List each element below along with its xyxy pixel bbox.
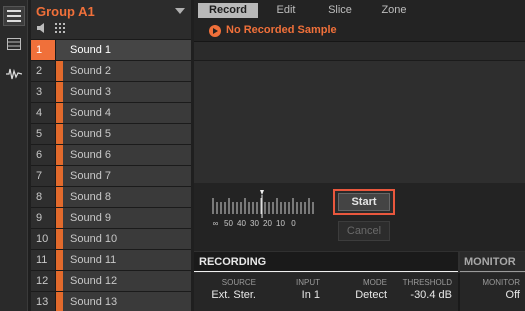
sound-list: 1 Sound 1 2 Sound 2 3 Sound 3 4 Sound 4 5 Sound 5… <box>31 40 191 311</box>
sound-slot-name: Sound 5 <box>63 124 191 144</box>
sound-slot-name: Sound 12 <box>63 271 191 291</box>
sound-slot-name: Sound 2 <box>63 61 191 81</box>
sound-slot-name: Sound 10 <box>63 229 191 249</box>
waveform-ruler <box>194 42 525 61</box>
speaker-icon[interactable] <box>37 23 49 33</box>
meter-scale-label: 0 <box>291 219 296 228</box>
sound-color-bar <box>56 124 63 144</box>
sound-slot-number: 6 <box>31 145 56 165</box>
sound-slot-number: 13 <box>31 292 56 311</box>
tab-edit[interactable]: Edit <box>264 3 308 18</box>
sound-color-bar <box>56 292 63 311</box>
input-level-meter <box>212 190 314 218</box>
sample-editor: Record Edit Slice Zone No Recorded Sampl… <box>194 0 525 311</box>
sound-slot-name: Sound 7 <box>63 166 191 186</box>
meter-scale-label: ∞ <box>212 219 219 228</box>
sound-slot[interactable]: 4 Sound 4 <box>31 103 191 124</box>
tab-slice[interactable]: Slice <box>318 3 362 18</box>
sound-slot[interactable]: 1 Sound 1 <box>31 40 191 61</box>
sound-color-bar <box>56 82 63 102</box>
group-title[interactable]: Group A1 <box>36 4 95 19</box>
param-input[interactable]: INPUT In 1 <box>264 278 320 301</box>
sound-slot-name: Sound 6 <box>63 145 191 165</box>
sound-slot-name: Sound 3 <box>63 82 191 102</box>
sound-slot-number: 11 <box>31 250 56 270</box>
play-icon[interactable] <box>209 25 221 37</box>
sound-color-bar <box>56 166 63 186</box>
sound-slot[interactable]: 13 Sound 13 <box>31 292 191 311</box>
sound-slot-number: 3 <box>31 82 56 102</box>
pads-view-icon[interactable] <box>3 34 25 54</box>
sound-slot[interactable]: 3 Sound 3 <box>31 82 191 103</box>
sound-slot-name: Sound 8 <box>63 187 191 207</box>
sound-slot[interactable]: 10 Sound 10 <box>31 229 191 250</box>
sound-color-bar <box>56 271 63 291</box>
sound-slot-name: Sound 1 <box>63 40 191 60</box>
sound-slot-number: 4 <box>31 103 56 123</box>
start-button[interactable]: Start <box>338 193 390 211</box>
sound-list-panel: Group A1 1 Sound 1 2 Sound 2 3 Sound 3 4 Sound … <box>31 0 191 311</box>
sound-slot-number: 10 <box>31 229 56 249</box>
sound-slot-number: 12 <box>31 271 56 291</box>
sound-slot[interactable]: 11 Sound 11 <box>31 250 191 271</box>
sound-slot[interactable]: 2 Sound 2 <box>31 61 191 82</box>
group-header: Group A1 <box>31 0 191 40</box>
sound-color-bar <box>56 103 63 123</box>
sound-slot[interactable]: 8 Sound 8 <box>31 187 191 208</box>
group-dropdown-arrow-icon[interactable] <box>175 8 185 14</box>
sound-slot-name: Sound 9 <box>63 208 191 228</box>
meter-scale-label: 40 <box>237 219 246 228</box>
sound-slot[interactable]: 6 Sound 6 <box>31 145 191 166</box>
recording-parameters: SOURCE Ext. Ster. INPUT In 1 MODE Detect… <box>194 273 525 311</box>
sample-status: No Recorded Sample <box>226 24 337 36</box>
sound-slot-number: 2 <box>31 61 56 81</box>
sound-slot[interactable]: 9 Sound 9 <box>31 208 191 229</box>
tab-record[interactable]: Record <box>198 3 258 18</box>
sample-info-bar: No Recorded Sample <box>194 20 525 42</box>
sound-color-bar <box>56 208 63 228</box>
sound-color-bar <box>56 229 63 249</box>
sound-slot-number: 8 <box>31 187 56 207</box>
sound-color-bar <box>56 61 63 81</box>
param-threshold[interactable]: THRESHOLD -30.4 dB <box>390 278 452 301</box>
monitor-section-header: MONITOR <box>460 252 525 272</box>
meter-scale-label: 10 <box>276 219 285 228</box>
meter-scale-labels: ∞ 50 40 30 20 10 0 <box>210 219 301 228</box>
tab-zone[interactable]: Zone <box>372 3 416 18</box>
editor-tabs: Record Edit Slice Zone <box>194 0 525 20</box>
sound-color-bar <box>56 187 63 207</box>
sound-slot[interactable]: 12 Sound 12 <box>31 271 191 292</box>
start-button-highlight: Start <box>333 189 395 215</box>
record-controls: ∞ 50 40 30 20 10 0 Start Cancel <box>194 183 525 251</box>
param-source[interactable]: SOURCE Ext. Ster. <box>194 278 256 301</box>
meter-scale-label: 50 <box>224 219 233 228</box>
sound-slot-name: Sound 4 <box>63 103 191 123</box>
sound-slot-number: 5 <box>31 124 56 144</box>
sound-color-bar <box>56 250 63 270</box>
sound-color-bar <box>56 40 63 60</box>
meter-scale-label: 20 <box>263 219 272 228</box>
list-view-icon[interactable] <box>3 6 25 26</box>
sound-slot[interactable]: 7 Sound 7 <box>31 166 191 187</box>
sound-slot-name: Sound 11 <box>63 250 191 270</box>
sound-color-bar <box>56 145 63 165</box>
param-monitor[interactable]: MONITOR Off <box>460 278 520 301</box>
sound-slot-number: 9 <box>31 208 56 228</box>
param-mode[interactable]: MODE Detect <box>330 278 387 301</box>
sound-slot-number: 1 <box>31 40 56 60</box>
sound-slot-number: 7 <box>31 166 56 186</box>
grid-icon[interactable] <box>55 23 65 33</box>
cancel-button[interactable]: Cancel <box>338 221 390 241</box>
recording-section-header: RECORDING <box>194 252 458 272</box>
sound-slot-name: Sound 13 <box>63 292 191 311</box>
waveform-display[interactable] <box>194 61 525 183</box>
left-icon-rail <box>0 0 28 311</box>
sound-slot[interactable]: 5 Sound 5 <box>31 124 191 145</box>
meter-scale-label: 30 <box>250 219 259 228</box>
sample-editor-icon[interactable] <box>3 64 25 84</box>
